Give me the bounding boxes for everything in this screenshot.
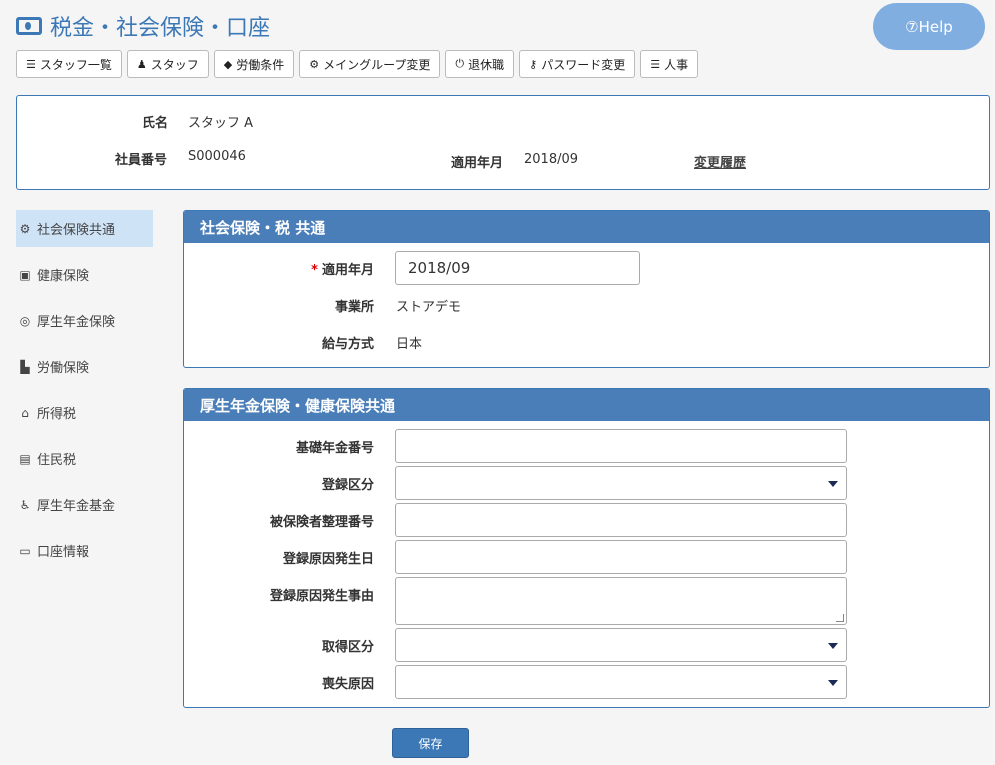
name-label: 氏名 [142,116,169,131]
password-change-button[interactable]: ⚷ パスワード変更 [519,50,636,78]
list-icon: ☰ [26,57,36,71]
page-title-text: 税金・社会保険・口座 [50,16,271,41]
power-icon: ⏻ [455,57,465,70]
credit-card-icon: ▭ [19,543,31,558]
sidebar-nav: ⚙ 社会保険共通 ▣ 健康保険 ◎ 厚生年金保険 ▙ 労働保険 ⌂ 所得税 ▤ 住民税 ♿ 厚… [16,210,153,578]
loss-reason-select[interactable] [395,665,847,699]
main-group-change-button[interactable]: ⚙ メイングループ変更 [299,50,441,78]
apply-date-input[interactable]: 2018/09 [395,251,640,285]
tag-icon: ◆ [223,57,233,71]
registration-date-label: 登録原因発生日 [282,552,374,567]
office-label: 事業所 [334,300,374,315]
money-icon [16,17,42,35]
insured-number-input[interactable] [395,503,847,537]
resize-grip-icon[interactable] [836,614,844,622]
gear-icon: ⚙ [19,221,31,236]
industry-icon: ▙ [20,359,30,374]
gears-icon: ⚙ [309,57,320,71]
sidebar-item-pension-fund[interactable]: ♿ 厚生年金基金 [16,486,153,523]
loss-reason-label: 喪失原因 [321,677,374,692]
sidebar-item-health-insurance[interactable]: ▣ 健康保険 [16,256,153,293]
save-button[interactable]: 保存 [392,728,469,758]
apply-date-label: 適用年月 [451,156,504,171]
toolbar: ☰ スタッフ一覧 ♟ スタッフ ◆ 労働条件 ⚙ メイングループ変更 ⏻ 退休職 ⚷ パスワ… [16,50,699,78]
sidebar-item-income-tax[interactable]: ⌂ 所得税 [16,394,153,431]
salary-method-label: 給与方式 [321,337,374,352]
office-value: ストアデモ [396,300,462,315]
apply-date-field-label: * 適用年月 [311,263,374,278]
acquisition-type-label: 取得区分 [321,640,374,655]
sidebar-item-bank-account[interactable]: ▭ 口座情報 [16,532,153,569]
work-conditions-button[interactable]: ◆ 労働条件 [213,50,295,78]
sidebar-item-labor-insurance[interactable]: ▙ 労働保険 [16,348,153,385]
registration-type-select[interactable] [395,466,847,500]
panel-title: 社会保険・税 共通 [184,211,989,243]
staff-button[interactable]: ♟ スタッフ [126,50,209,78]
name-value: スタッフ A [188,116,254,131]
sidebar-item-resident-tax[interactable]: ▤ 住民税 [16,440,153,477]
pension-health-common-panel: 厚生年金保険・健康保険共通 基礎年金番号 登録区分 被保険者整理番号 登録原因発… [183,388,990,708]
personnel-button[interactable]: ☰ 人事 [640,50,699,78]
acquisition-type-select[interactable] [395,628,847,662]
insured-number-label: 被保険者整理番号 [269,515,374,530]
staff-info-box: 氏名 スタッフ A 社員番号 S000046 適用年月 2018/09 変更履歴 [16,95,990,190]
medkit-icon: ▣ [19,267,31,282]
building-icon: ▤ [19,451,31,466]
required-mark: * [311,263,318,278]
page-title: 税金・社会保険・口座 [16,10,270,42]
bank-icon: ⌂ [21,405,29,420]
apply-date-value: 2018/09 [524,152,579,167]
list-icon: ☰ [650,57,661,71]
lifebuoy-icon: ◎ [19,313,31,328]
sidebar-item-social-insurance-common[interactable]: ⚙ 社会保険共通 [16,210,153,247]
leave-button[interactable]: ⏻ 退休職 [445,50,515,78]
registration-reason-label: 登録原因発生事由 [269,589,374,604]
registration-type-label: 登録区分 [321,478,374,493]
user-icon: ♟ [136,57,147,71]
panel-title: 厚生年金保険・健康保険共通 [184,389,989,421]
sidebar-item-pension-insurance[interactable]: ◎ 厚生年金保険 [16,302,153,339]
social-insurance-common-panel: 社会保険・税 共通 * 適用年月 2018/09 事業所 ストアデモ 給与方式 日… [183,210,990,368]
change-history-link[interactable]: 変更履歴 [694,152,746,171]
employee-id-label: 社員番号 [115,153,168,168]
salary-method-value: 日本 [396,337,423,352]
pension-number-input[interactable] [395,429,847,463]
pension-number-label: 基礎年金番号 [295,441,374,456]
key-icon: ⚷ [529,57,538,71]
registration-date-input[interactable] [395,540,847,574]
employee-id-value: S000046 [188,149,246,164]
wheelchair-icon: ♿ [19,497,31,512]
registration-reason-textarea[interactable] [395,577,847,625]
help-button[interactable]: ⑦Help [873,3,985,50]
staff-list-button[interactable]: ☰ スタッフ一覧 [16,50,122,78]
